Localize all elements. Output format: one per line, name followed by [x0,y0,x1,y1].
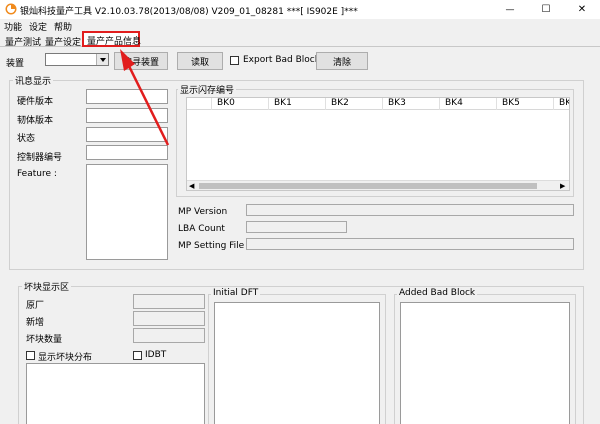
show-bad-block-dist-label: 显示坏块分布 [38,353,93,363]
export-bad-block-checkbox[interactable] [230,56,239,65]
lba-count-label: LBA Count [178,224,225,234]
read-button[interactable]: 读取 [177,52,223,70]
scroll-left-icon[interactable]: ◀ [189,182,194,190]
bad-block-count-field[interactable] [133,328,205,343]
flash-id-group-title: 显示闪存编号 [178,83,237,96]
initial-dft-list[interactable] [214,302,380,424]
factory-bad-label: 原厂 [26,301,45,311]
idbt-label: IDBT [145,350,167,360]
feature-label: Feature : [17,169,57,179]
hardware-version-field[interactable] [86,89,168,104]
tab-mp-test[interactable]: 量产测试 [1,33,45,48]
app-logo-icon [5,3,17,15]
mp-setting-file-label: MP Setting File [178,241,245,251]
added-bad-block-title: Added Bad Block [397,288,478,298]
close-icon[interactable]: ✕ [564,0,600,19]
firmware-version-field[interactable] [86,108,168,123]
scroll-right-icon[interactable]: ▶ [560,182,565,190]
column-header[interactable]: BK0 [212,98,269,110]
minimize-icon[interactable]: — [492,0,528,19]
clear-button[interactable]: 清除 [316,52,368,70]
mp-setting-file-field[interactable] [246,238,574,250]
flash-id-grid[interactable]: BK0 BK1 BK2 BK3 BK4 BK5 BK ◀ ▶ [186,97,570,191]
search-device-button[interactable]: 搜寻装置 [114,52,168,70]
column-header[interactable]: BK4 [440,98,497,110]
mp-version-label: MP Version [178,207,228,217]
firmware-version-label: 韧体版本 [17,116,54,126]
hardware-version-label: 硬件版本 [17,97,54,107]
show-bad-block-dist-checkbox[interactable] [26,351,35,360]
tab-mp-settings[interactable]: 量产设定 [41,33,85,48]
feature-textarea[interactable] [86,164,168,260]
bad-block-group-title: 坏块显示区 [22,280,72,293]
status-label: 状态 [17,134,36,144]
added-bad-block-list[interactable] [400,302,570,424]
horizontal-scrollbar[interactable]: ◀ ▶ [187,180,569,190]
lba-count-field[interactable] [246,221,347,233]
chevron-down-icon [96,54,108,65]
column-header[interactable]: BK3 [383,98,440,110]
factory-bad-field[interactable] [133,294,205,309]
bad-block-distribution-area[interactable] [26,363,205,424]
new-bad-field[interactable] [133,311,205,326]
column-header[interactable]: BK2 [326,98,383,110]
maximize-icon[interactable]: ☐ [528,0,564,19]
controller-id-field[interactable] [86,145,168,160]
tab-mp-product-info[interactable]: 量产产品信息 [82,31,141,47]
device-label: 装置 [6,59,25,69]
mp-version-field[interactable] [246,204,574,216]
device-select[interactable] [45,53,109,66]
info-group-title: 讯息显示 [13,74,54,87]
column-header[interactable]: BK1 [269,98,326,110]
new-bad-label: 新增 [26,318,45,328]
bad-block-count-label: 坏块数量 [26,335,63,345]
controller-id-label: 控制器编号 [17,153,63,163]
column-header[interactable]: BK [554,98,569,110]
column-header[interactable]: BK5 [497,98,554,110]
grid-corner [187,98,212,110]
idbt-checkbox[interactable] [133,351,142,360]
initial-dft-title: Initial DFT [211,288,261,298]
export-bad-block-label: Export Bad Block [243,55,320,65]
scrollbar-thumb[interactable] [199,183,537,189]
window-title: 银灿科技量产工具 V2.10.03.78(2013/08/08) V209_01… [20,7,358,17]
status-field[interactable] [86,127,168,142]
